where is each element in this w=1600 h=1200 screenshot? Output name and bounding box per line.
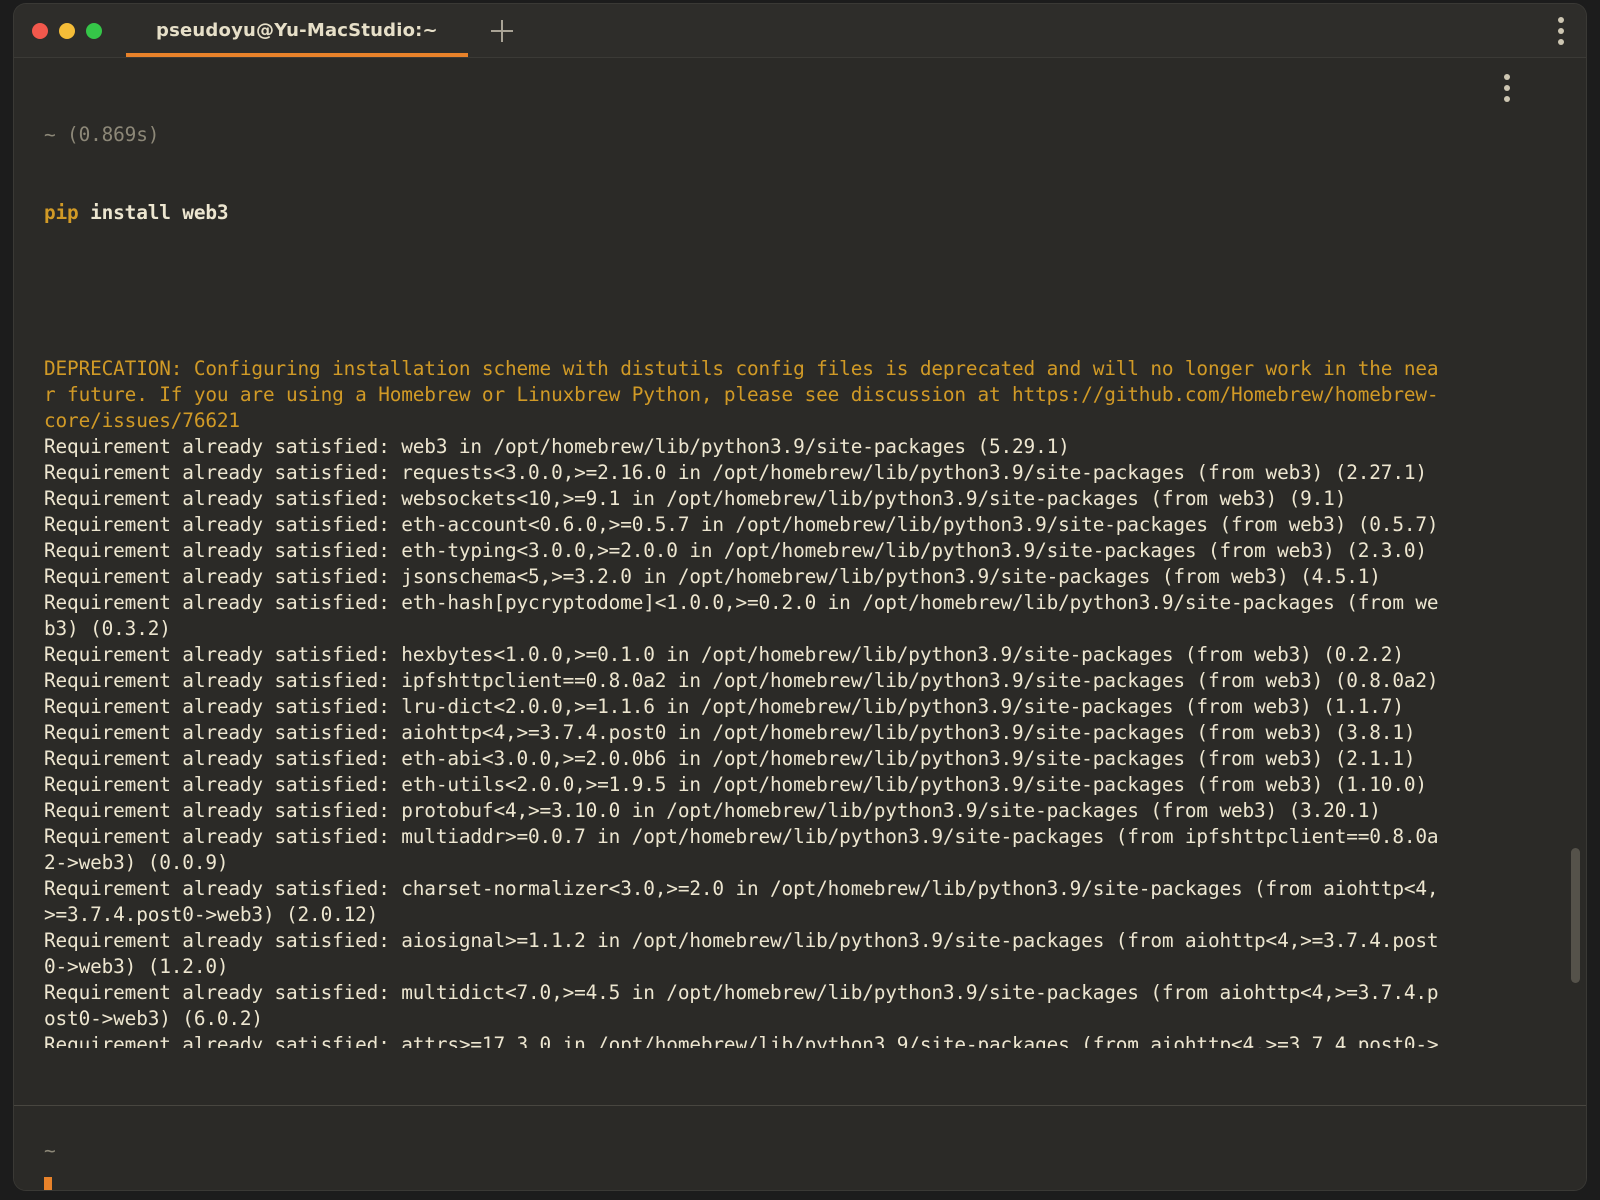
terminal-body[interactable]: ~ (0.869s) pip install web3 DEPRECATION:…	[14, 58, 1586, 1190]
command-program: pip	[44, 201, 79, 224]
terminal-output-line: Requirement already satisfied: eth-typin…	[44, 539, 1427, 562]
terminal-output-line: 2->web3) (0.0.9)	[44, 851, 229, 874]
terminal-scrollback: ~ (0.869s) pip install web3 DEPRECATION:…	[14, 58, 1586, 1048]
terminal-output-line: >=3.7.4.post0->web3) (2.0.12)	[44, 903, 379, 926]
kebab-menu-icon-dot	[1558, 38, 1564, 45]
command-arguments: install web3	[90, 201, 229, 224]
terminal-output-line: ost0->web3) (6.0.2)	[44, 1007, 263, 1030]
terminal-output-line: Requirement already satisfied: charset-n…	[44, 877, 1439, 900]
session-menu-button[interactable]	[1504, 74, 1510, 102]
minimize-window-button[interactable]	[59, 22, 75, 39]
terminal-output-line: Requirement already satisfied: eth-accou…	[44, 513, 1439, 536]
terminal-output-line: Requirement already satisfied: eth-utils…	[44, 773, 1427, 796]
terminal-output-line: Requirement already satisfied: eth-abi<3…	[44, 747, 1416, 770]
terminal-output-line: Requirement already satisfied: lru-dict<…	[44, 695, 1404, 718]
tab-strip: pseudoyu@Yu-MacStudio:~	[126, 4, 524, 57]
kebab-menu-icon-dot	[1504, 96, 1510, 102]
terminal-output-line: 0->web3) (1.2.0)	[44, 955, 229, 978]
terminal-output-line: Requirement already satisfied: websocket…	[44, 487, 1347, 510]
close-window-button[interactable]	[32, 22, 48, 39]
plus-icon	[490, 19, 513, 42]
command-arguments-space	[79, 201, 91, 224]
block-cursor	[44, 1177, 52, 1190]
scrollbar-thumb[interactable]	[1571, 848, 1580, 983]
terminal-output-line: Requirement already satisfied: requests<…	[44, 461, 1427, 484]
current-prompt: ~	[44, 1139, 56, 1162]
terminal-output: ~ (0.869s) pip install web3 DEPRECATION:…	[14, 58, 1586, 1048]
terminal-output-line: Requirement already satisfied: eth-hash[…	[44, 591, 1439, 614]
terminal-output-line: Requirement already satisfied: protobuf<…	[44, 799, 1381, 822]
terminal-scrollbar[interactable]	[1571, 58, 1581, 1048]
active-prompt-area[interactable]: ~	[14, 1106, 1586, 1190]
kebab-menu-icon-dot	[1558, 27, 1564, 34]
kebab-menu-icon-dot	[1504, 74, 1510, 80]
terminal-output-line: Requirement already satisfied: multidict…	[44, 981, 1439, 1004]
title-bar: pseudoyu@Yu-MacStudio:~	[14, 4, 1586, 58]
window-menu-button[interactable]	[1558, 16, 1564, 45]
terminal-output-line: Requirement already satisfied: web3 in /…	[44, 435, 1070, 458]
output-lines-container: DEPRECATION: Configuring installation sc…	[44, 356, 1564, 1048]
tab-active-indicator	[126, 53, 468, 57]
terminal-output-line: core/issues/76621	[44, 409, 240, 432]
terminal-output-line: Requirement already satisfied: jsonschem…	[44, 565, 1381, 588]
terminal-output-line: Requirement already satisfied: ipfshttpc…	[44, 669, 1439, 692]
tab-active-session[interactable]: pseudoyu@Yu-MacStudio:~	[126, 4, 468, 57]
terminal-output-line: Requirement already satisfied: attrs>=17…	[44, 1033, 1439, 1048]
kebab-menu-icon-dot	[1558, 16, 1564, 23]
kebab-menu-icon-dot	[1504, 85, 1510, 91]
terminal-output-line: b3) (0.3.2)	[44, 617, 171, 640]
new-tab-button[interactable]	[480, 4, 524, 57]
terminal-output-line: Requirement already satisfied: hexbytes<…	[44, 643, 1404, 666]
terminal-window: pseudoyu@Yu-MacStudio:~ ~ (0.869s) pip i…	[14, 4, 1586, 1190]
window-controls	[14, 22, 102, 39]
terminal-output-line: Requirement already satisfied: aiohttp<4…	[44, 721, 1416, 744]
terminal-output-line: Requirement already satisfied: aiosignal…	[44, 929, 1439, 952]
terminal-output-line: r future. If you are using a Homebrew or…	[44, 383, 1439, 406]
shell-prompt-line: ~ (0.869s)	[44, 123, 160, 146]
maximize-window-button[interactable]	[86, 22, 102, 39]
tab-title: pseudoyu@Yu-MacStudio:~	[156, 20, 438, 41]
terminal-output-line: DEPRECATION: Configuring installation sc…	[44, 357, 1439, 380]
command-line: pip install web3	[44, 200, 1564, 226]
terminal-output-line: Requirement already satisfied: multiaddr…	[44, 825, 1439, 848]
